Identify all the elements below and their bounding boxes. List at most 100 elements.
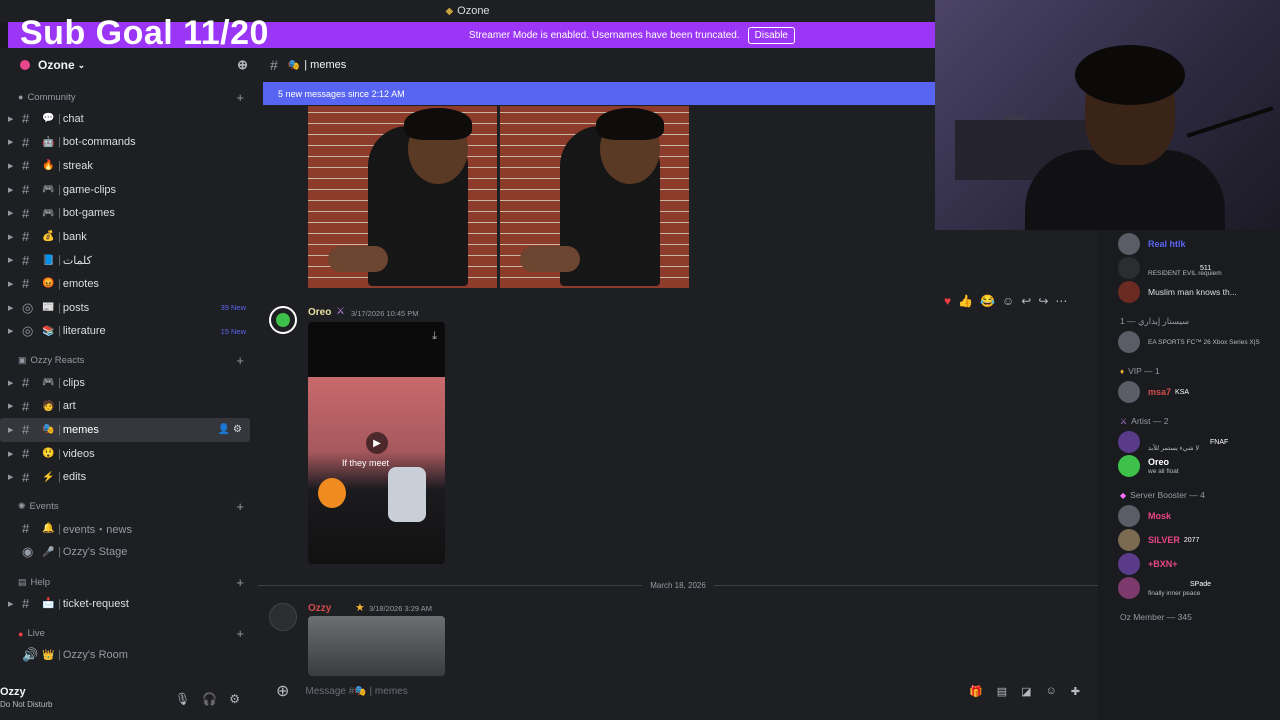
hash-icon: # [22, 469, 30, 485]
crossed-swords-icon: ⚔ [336, 306, 345, 317]
avatar [1118, 455, 1140, 477]
invite-people-icon[interactable]: ⊕ [237, 57, 248, 73]
member-item[interactable]: SPade finally inner peace [1098, 576, 1280, 600]
expand-arrow-icon: ▶ [8, 186, 14, 194]
channel-ticket-request[interactable]: ▶ # 📩 | ticket-request [0, 592, 258, 616]
thumbs-up-reaction-icon[interactable]: 👍 [958, 294, 973, 308]
member-item[interactable]: FNAF لا شيء يستمر للأبد [1098, 430, 1280, 454]
category-events[interactable]: ✺ Events + [0, 497, 258, 517]
channel-bot-games[interactable]: ▶ # 🎮 | bot-games [0, 201, 258, 225]
category-community[interactable]: ● Community + [0, 87, 258, 107]
new-messages-banner[interactable]: 5 new messages since 2:12 AM [263, 82, 936, 105]
category-live[interactable]: ● Live + [0, 624, 258, 644]
member-item[interactable]: 511 RESIDENT EVIL requiem [1098, 256, 1280, 280]
channel-art[interactable]: ▶ # 🧑 | art [0, 395, 258, 419]
category-ozzy-reacts[interactable]: ▣ Ozzy Reacts + [0, 351, 258, 371]
member-activity: finally inner peace [1148, 590, 1201, 597]
category-help[interactable]: ▤ Help + [0, 572, 258, 592]
create-channel-icon[interactable]: + [236, 626, 244, 641]
channel-clips[interactable]: ▶ # 🎮 | clips [0, 371, 258, 395]
play-icon[interactable]: ▶ [366, 432, 388, 454]
expand-arrow-icon: ▶ [8, 162, 14, 170]
channel-label: memes [62, 423, 99, 436]
channel-settings-icons[interactable]: 👤 ⚙ [218, 424, 242, 435]
avatar[interactable] [269, 306, 297, 334]
member-item[interactable]: SILVER 2077 [1098, 528, 1280, 552]
member-item[interactable]: +BXN+ [1098, 552, 1280, 576]
hash-icon: # [22, 375, 30, 391]
add-reaction-icon[interactable]: ☺ [1002, 294, 1014, 308]
message-input[interactable]: Message #🎭 | memes [305, 686, 407, 697]
gif-icon[interactable]: ▤ [997, 685, 1007, 698]
heart-reaction-icon[interactable]: ♥ [944, 294, 951, 308]
avatar [1118, 381, 1140, 403]
create-channel-icon[interactable]: + [236, 499, 244, 514]
channel-chat[interactable]: ▶ # 💬 | chat [0, 107, 258, 131]
member-item[interactable]: msa7 KSA [1098, 380, 1280, 404]
clipboard-icon: ▤ [18, 576, 27, 587]
member-item[interactable]: Mosk [1098, 504, 1280, 528]
more-icon[interactable]: ⋯ [1055, 294, 1067, 308]
channel-sidebar: Ozone ⌄ ⊕ ● Community + ▶ # 💬 | chat ▶ # 🤖 | bot… [0, 48, 258, 720]
channel-events-news[interactable]: # 🔔 | events・news [0, 517, 258, 541]
meme-image-right[interactable] [500, 106, 689, 288]
fire-icon: 🔥 [42, 160, 55, 172]
create-channel-icon[interactable]: + [236, 353, 244, 368]
hash-icon: # [22, 134, 30, 150]
headphones-icon[interactable]: 🎧 [202, 692, 217, 706]
channel-label: game-clips [62, 183, 117, 196]
cartoon-character [388, 467, 426, 522]
channel-videos[interactable]: ▶ # 😲 | videos [0, 442, 258, 466]
hash-icon: # [22, 398, 30, 414]
sticker-icon[interactable]: ◪ [1021, 685, 1031, 698]
channel-literature[interactable]: ▶ ◎ 📚 | literature 15 New [0, 319, 258, 343]
member-item[interactable]: EA SPORTS FC™ 26 Xbox Series X|S [1098, 330, 1280, 354]
channel-game-clips[interactable]: ▶ # 🎮 | game-clips [0, 178, 258, 202]
theater-masks-icon: 🎭 [42, 424, 55, 436]
hash-icon: # [22, 446, 30, 462]
gear-icon[interactable]: ⚙ [229, 692, 240, 706]
expand-arrow-icon: ▶ [8, 257, 14, 265]
channel-memes[interactable]: ▶ # 🎭 | memes 👤 ⚙ [0, 418, 250, 442]
channel-bank[interactable]: ▶ # 💰 | bank [0, 225, 258, 249]
image-attachment[interactable] [308, 616, 445, 676]
add-attachment-icon[interactable]: ⊕ [276, 681, 289, 701]
channel-bot-commands[interactable]: ▶ # 🤖 | bot-commands [0, 131, 258, 155]
channel-label: posts [62, 301, 90, 314]
create-channel-icon[interactable]: + [236, 575, 244, 590]
emoji-icon[interactable]: ☺ [1046, 685, 1057, 698]
user-name[interactable]: Ozzy [0, 686, 26, 698]
member-item[interactable]: Muslim man knows th... [1098, 280, 1280, 304]
new-count-badge: 15 New [220, 326, 246, 336]
channel-edits[interactable]: ▶ # ⚡ | edits [0, 465, 258, 489]
channel-emotes[interactable]: ▶ # 😡 | emotes [0, 272, 258, 296]
forward-icon[interactable]: ↪ [1038, 294, 1048, 308]
lightning-icon: ⚡ [42, 471, 55, 483]
message-author[interactable]: Oreo [308, 307, 331, 318]
microphone-icon[interactable]: 🎙 [175, 692, 190, 706]
server-header[interactable]: Ozone ⌄ ⊕ [0, 48, 258, 82]
channel-posts[interactable]: ▶ ◎ 📰 | posts 39 New [0, 296, 258, 320]
video-attachment[interactable]: ⤓ ▶ If they meet [308, 322, 445, 564]
diamond-icon: ♦ [1120, 366, 1125, 376]
speaker-icon: 🔊 [22, 647, 39, 663]
member-item[interactable]: Oreo we all float [1098, 454, 1280, 478]
create-channel-icon[interactable]: + [236, 90, 244, 105]
apps-icon[interactable]: ✚ [1071, 685, 1080, 698]
laugh-reaction-icon[interactable]: 😂 [980, 294, 995, 308]
gift-icon[interactable]: 🎁 [969, 685, 983, 698]
tv-icon: ▣ [18, 355, 27, 366]
disable-streamer-mode-button[interactable]: Disable [747, 26, 795, 44]
channel-ozzys-room[interactable]: 🔊 👑 | Ozzy's Room [0, 644, 258, 668]
meme-image-left[interactable] [308, 106, 497, 288]
member-item[interactable]: Real htlk [1098, 232, 1280, 256]
message-author[interactable]: Ozzy [308, 603, 331, 614]
category-label: Ozzy Reacts [30, 355, 85, 367]
channel-arabic[interactable]: ▶ # 📘 | كلمات [0, 249, 258, 273]
download-icon[interactable]: ⤓ [432, 330, 437, 343]
channel-streak[interactable]: ▶ # 🔥 | streak [0, 154, 258, 178]
avatar[interactable] [269, 603, 297, 631]
channel-ozzys-stage[interactable]: ◉ 🎤 | Ozzy's Stage [0, 541, 258, 565]
reply-icon[interactable]: ↩ [1021, 294, 1031, 308]
member-list: Real htlk 511 RESIDENT EVIL requiem Musl… [1098, 230, 1280, 720]
